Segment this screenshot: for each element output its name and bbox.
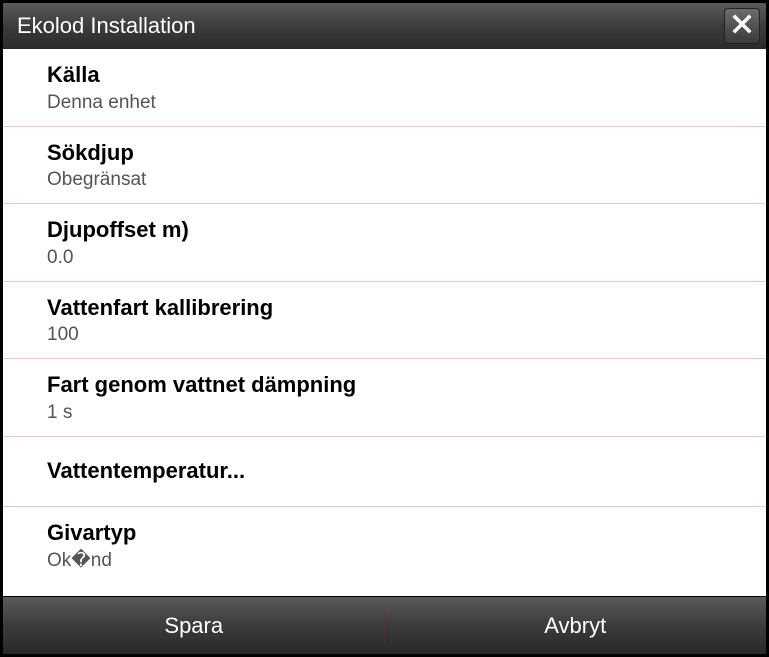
setting-value: Obegränsat <box>47 169 766 191</box>
setting-djupoffset[interactable]: Djupoffset m) 0.0 <box>3 204 766 282</box>
setting-label: Fart genom vattnet dämpning <box>47 371 766 400</box>
dialog-window: Ekolod Installation Källa Denna enhet Sö… <box>0 0 769 657</box>
setting-value: Denna enhet <box>47 92 766 114</box>
setting-label: Djupoffset m) <box>47 216 766 245</box>
setting-value: Ok�nd <box>47 549 766 572</box>
save-label: Spara <box>164 613 223 639</box>
setting-label: Vattentemperatur... <box>47 457 766 486</box>
setting-value: 100 <box>47 324 766 346</box>
footer: Spara Avbryt <box>3 596 766 654</box>
setting-label: Givartyp <box>47 519 766 548</box>
setting-givartyp[interactable]: Givartyp Ok�nd <box>3 507 766 585</box>
setting-fart-genom-vattnet[interactable]: Fart genom vattnet dämpning 1 s <box>3 359 766 437</box>
window-title: Ekolod Installation <box>17 13 196 39</box>
setting-kalla[interactable]: Källa Denna enhet <box>3 49 766 127</box>
setting-vattenfart-kallibrering[interactable]: Vattenfart kallibrering 100 <box>3 282 766 360</box>
setting-value: 1 s <box>47 402 766 424</box>
save-button[interactable]: Spara <box>3 597 385 654</box>
setting-label: Vattenfart kallibrering <box>47 294 766 323</box>
setting-sokdjup[interactable]: Sökdjup Obegränsat <box>3 127 766 205</box>
close-icon <box>732 14 752 39</box>
setting-value: 0.0 <box>47 247 766 269</box>
titlebar: Ekolod Installation <box>3 3 766 49</box>
setting-vattentemperatur[interactable]: Vattentemperatur... <box>3 437 766 507</box>
cancel-button[interactable]: Avbryt <box>385 597 767 654</box>
setting-label: Källa <box>47 61 766 90</box>
settings-list: Källa Denna enhet Sökdjup Obegränsat Dju… <box>3 49 766 596</box>
close-button[interactable] <box>724 8 760 44</box>
cancel-label: Avbryt <box>544 613 606 639</box>
setting-label: Sökdjup <box>47 139 766 168</box>
